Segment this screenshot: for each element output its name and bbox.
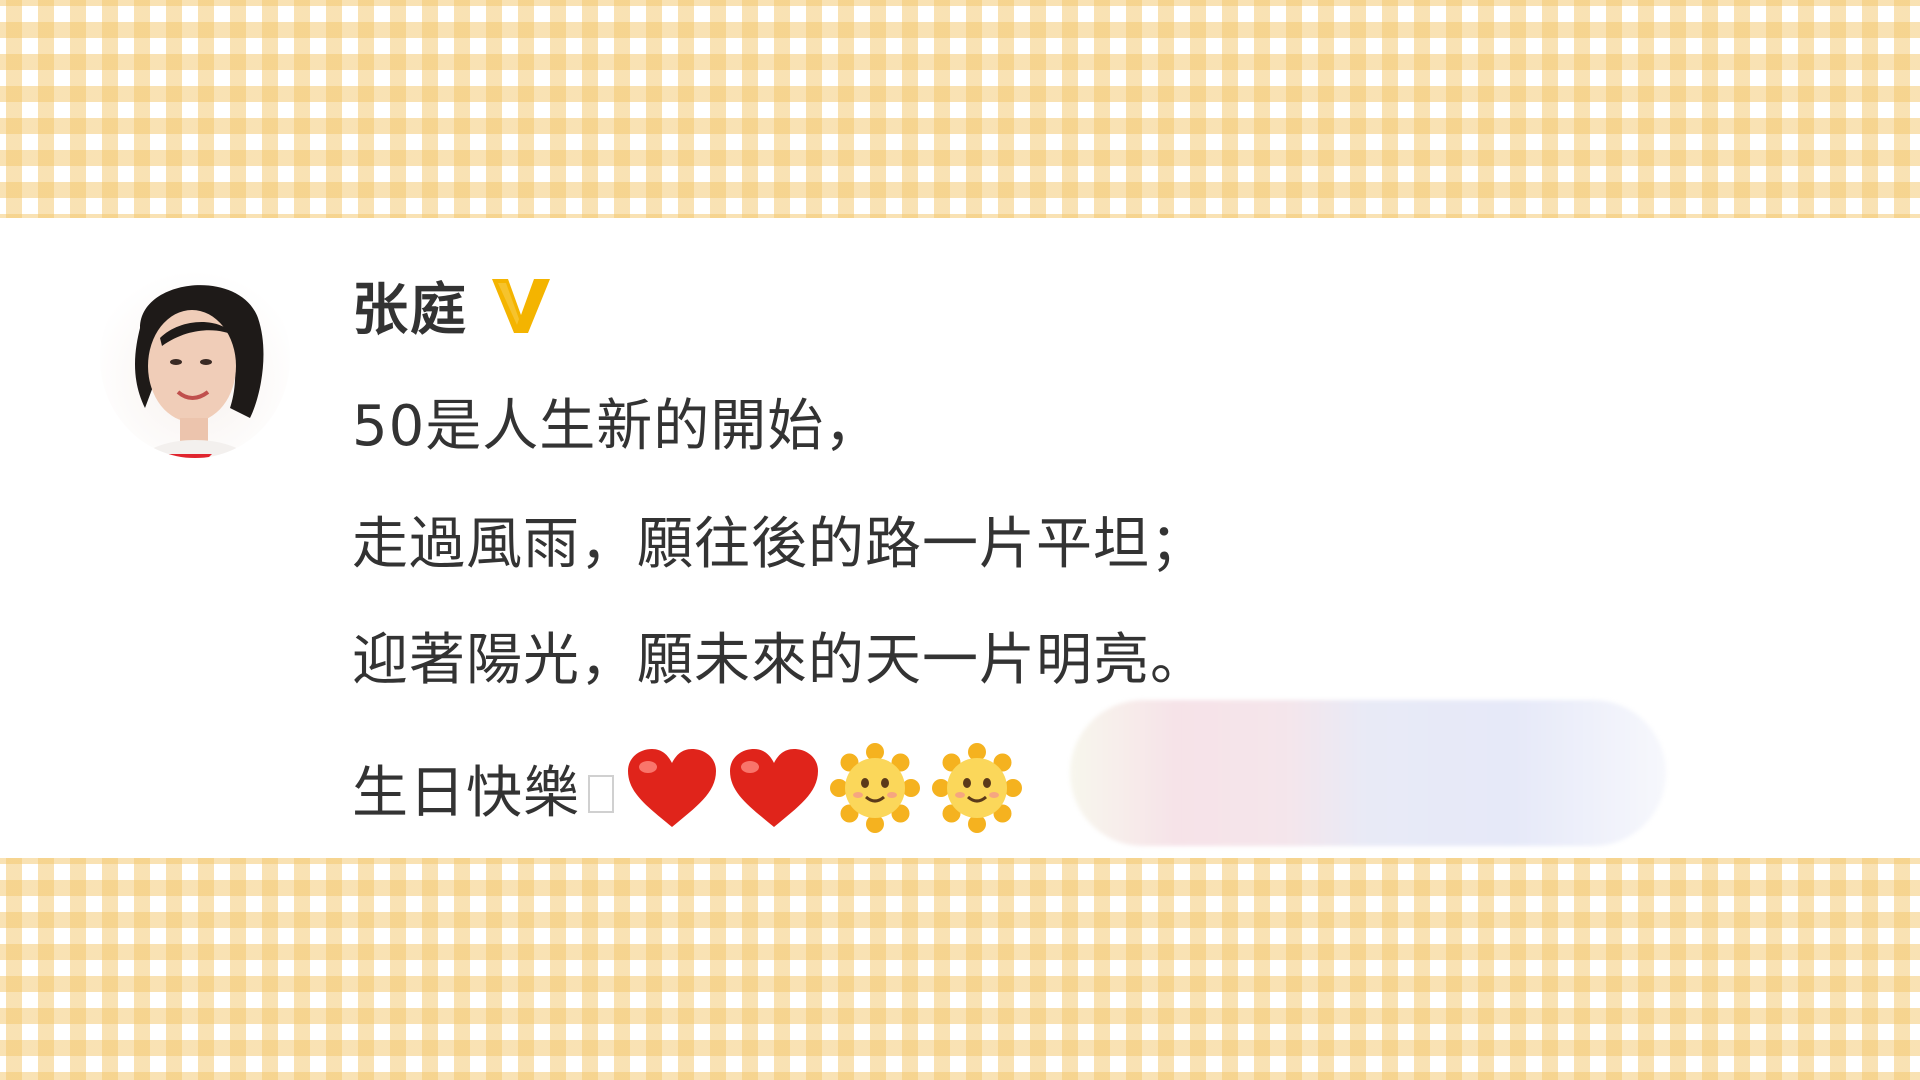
user-avatar[interactable] <box>100 258 290 458</box>
verified-badge-icon[interactable] <box>490 275 552 335</box>
gingham-border-top <box>0 0 1920 218</box>
birthday-text: 生日快樂 <box>352 760 580 826</box>
post-text-line-2: 走過風雨，願往後的路一片平坦； <box>352 512 1207 577</box>
post-text-line-4: 生日快樂 <box>352 738 1034 838</box>
missing-glyph-box-icon <box>588 775 614 813</box>
blurred-redaction-overlay <box>1070 700 1666 846</box>
avatar-portrait-icon <box>135 285 264 458</box>
username-row: 张庭 <box>352 270 552 343</box>
username-link[interactable]: 张庭 <box>352 265 468 346</box>
post-text-line-3: 迎著陽光，願未來的天一片明亮。 <box>352 628 1207 693</box>
gingham-border-bottom <box>0 858 1920 1080</box>
smiling-sun-icon <box>932 743 1022 833</box>
smiling-sun-icon <box>830 743 920 833</box>
post-text-line-1: 50是人生新的開始， <box>352 394 882 459</box>
red-heart-icon <box>728 747 820 829</box>
red-heart-icon <box>626 747 718 829</box>
